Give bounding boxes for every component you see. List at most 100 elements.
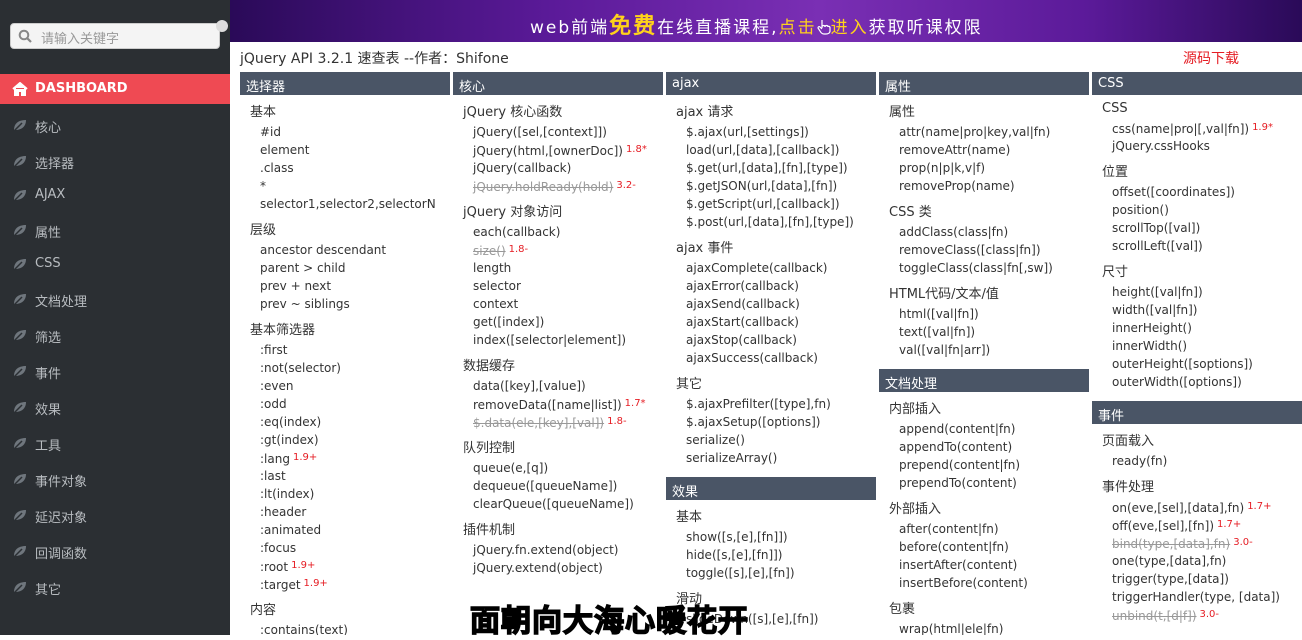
api-item[interactable]: $.ajaxPrefilter([type],fn) (686, 395, 876, 413)
api-item-name[interactable]: serializeArray() (686, 451, 777, 465)
api-item[interactable]: :header (260, 503, 450, 521)
api-item-name[interactable]: $.ajaxPrefilter([type],fn) (686, 397, 831, 411)
api-item[interactable]: ancestor descendant (260, 241, 450, 259)
api-item-name[interactable]: :gt(index) (260, 433, 319, 447)
api-item[interactable]: length (473, 259, 663, 277)
api-item[interactable]: trigger(type,[data]) (1112, 570, 1302, 588)
api-item-name[interactable]: :root (260, 560, 288, 574)
api-item[interactable]: width([val|fn]) (1112, 301, 1302, 319)
sidebar-item-12[interactable]: 延迟对象 (0, 500, 230, 530)
api-item[interactable]: :last (260, 467, 450, 485)
api-item-name[interactable]: jQuery.extend(object) (473, 561, 603, 575)
api-item-name[interactable]: jQuery(html,[ownerDoc]) (473, 144, 623, 158)
api-item[interactable]: toggle([s],[e],[fn]) (686, 564, 876, 582)
api-item-name[interactable]: jQuery.fn.extend(object) (473, 543, 618, 557)
api-item-name[interactable]: * (260, 179, 266, 193)
api-item[interactable]: scrollLeft([val]) (1112, 237, 1302, 255)
api-item-name[interactable]: parent > child (260, 261, 346, 275)
sidebar-item-2[interactable]: 选择器 (0, 146, 230, 176)
api-item-name[interactable]: jQuery([sel,[context]]) (473, 125, 607, 139)
api-item[interactable]: context (473, 295, 663, 313)
api-item-name[interactable]: ajaxError(callback) (686, 279, 799, 293)
sidebar-item-6[interactable]: 文档处理 (0, 284, 230, 314)
api-item[interactable]: serialize() (686, 431, 876, 449)
api-item-name[interactable]: :even (260, 379, 294, 393)
api-item[interactable]: each(callback) (473, 223, 663, 241)
api-item-name[interactable]: wrap(html|ele|fn) (899, 622, 1003, 635)
api-item-name[interactable]: length (473, 261, 511, 275)
api-item-name[interactable]: context (473, 297, 518, 311)
api-item-name[interactable]: append(content|fn) (899, 422, 1015, 436)
api-item[interactable]: append(content|fn) (899, 420, 1089, 438)
api-item[interactable]: prev + next (260, 277, 450, 295)
api-item[interactable]: height([val|fn]) (1112, 283, 1302, 301)
api-item[interactable]: hide([s,[e],[fn]]) (686, 546, 876, 564)
api-item-name[interactable]: load(url,[data],[callback]) (686, 143, 839, 157)
api-item[interactable]: jQuery.fn.extend(object) (473, 541, 663, 559)
api-item-name[interactable]: prepend(content|fn) (899, 458, 1020, 472)
sidebar-item-3[interactable]: AJAX (0, 180, 230, 210)
api-item-name[interactable]: size() (473, 244, 506, 258)
api-item[interactable]: jQuery.cssHooks (1112, 137, 1302, 155)
api-item[interactable]: ajaxSend(callback) (686, 295, 876, 313)
api-item-name[interactable]: :animated (260, 523, 321, 537)
api-item[interactable]: $.ajaxSetup([options]) (686, 413, 876, 431)
api-item[interactable]: selector (473, 277, 663, 295)
api-item-name[interactable]: $.ajaxSetup([options]) (686, 415, 820, 429)
api-item-name[interactable]: outerHeight([soptions]) (1112, 357, 1253, 371)
api-item[interactable]: bind(type,[data],fn) 3.0- (1112, 534, 1302, 552)
sidebar-item-9[interactable]: 效果 (0, 392, 230, 422)
sidebar-item-5[interactable]: CSS (0, 249, 230, 279)
api-item-name[interactable]: text([val|fn]) (899, 325, 975, 339)
api-item-name[interactable]: ready(fn) (1112, 454, 1167, 468)
api-item-name[interactable]: jQuery.holdReady(hold) (473, 180, 613, 194)
api-item-name[interactable]: serialize() (686, 433, 745, 447)
api-item[interactable]: outerHeight([soptions]) (1112, 355, 1302, 373)
api-item[interactable]: on(eve,[sel],[data],fn) 1.7+ (1112, 498, 1302, 516)
api-item[interactable]: queue(e,[q]) (473, 459, 663, 477)
api-item[interactable]: addClass(class|fn) (899, 223, 1089, 241)
api-item-name[interactable]: unbind(t,[d|f]) (1112, 609, 1197, 623)
api-item[interactable]: $.getJSON(url,[data],[fn]) (686, 177, 876, 195)
api-item[interactable]: :lang 1.9+ (260, 449, 450, 467)
api-item[interactable]: $.ajax(url,[settings]) (686, 123, 876, 141)
api-item-name[interactable]: index([selector|element]) (473, 333, 626, 347)
api-item-name[interactable]: trigger(type,[data]) (1112, 572, 1229, 586)
api-item[interactable]: :eq(index) (260, 413, 450, 431)
api-item[interactable]: insertBefore(content) (899, 574, 1089, 592)
search-box[interactable]: 请输入关键字 (10, 23, 220, 49)
sidebar-item-7[interactable]: 筛选 (0, 320, 230, 350)
api-item-name[interactable]: :focus (260, 541, 296, 555)
api-item[interactable]: jQuery(html,[ownerDoc]) 1.8* (473, 141, 663, 159)
api-item[interactable]: :animated (260, 521, 450, 539)
api-item-name[interactable]: selector (473, 279, 521, 293)
api-item[interactable]: $.get(url,[data],[fn],[type]) (686, 159, 876, 177)
api-item-name[interactable]: removeProp(name) (899, 179, 1015, 193)
api-item-name[interactable]: off(eve,[sel],[fn]) (1112, 519, 1214, 533)
api-item[interactable]: * (260, 177, 450, 195)
sidebar-item-1[interactable]: 核心 (0, 110, 230, 140)
api-item-name[interactable]: :lang (260, 452, 290, 466)
api-item[interactable]: removeData([name|list]) 1.7* (473, 395, 663, 413)
api-item-name[interactable]: innerHeight() (1112, 321, 1192, 335)
api-item-name[interactable]: removeAttr(name) (899, 143, 1010, 157)
api-item[interactable]: innerWidth() (1112, 337, 1302, 355)
api-item-name[interactable]: removeData([name|list]) (473, 398, 622, 412)
api-item[interactable]: removeAttr(name) (899, 141, 1089, 159)
promo-banner[interactable]: web前端免费在线直播课程,点击 进入获取听课权限 (230, 0, 1302, 42)
api-item-name[interactable]: dequeue([queueName]) (473, 479, 617, 493)
api-item[interactable]: size() 1.8- (473, 241, 663, 259)
api-item-name[interactable]: :eq(index) (260, 415, 321, 429)
api-item-name[interactable]: $.ajax(url,[settings]) (686, 125, 809, 139)
api-item[interactable]: index([selector|element]) (473, 331, 663, 349)
api-item[interactable]: parent > child (260, 259, 450, 277)
api-item[interactable]: attr(name|pro|key,val|fn) (899, 123, 1089, 141)
api-item[interactable]: prependTo(content) (899, 474, 1089, 492)
sidebar-item-4[interactable]: 属性 (0, 215, 230, 245)
api-item[interactable]: serializeArray() (686, 449, 876, 467)
api-item[interactable]: clearQueue([queueName]) (473, 495, 663, 513)
api-item[interactable]: $.post(url,[data],[fn],[type]) (686, 213, 876, 231)
api-item[interactable]: $.data(ele,[key],[val]) 1.8- (473, 413, 663, 431)
api-item-name[interactable]: scrollTop([val]) (1112, 221, 1200, 235)
api-item-name[interactable]: :first (260, 343, 288, 357)
